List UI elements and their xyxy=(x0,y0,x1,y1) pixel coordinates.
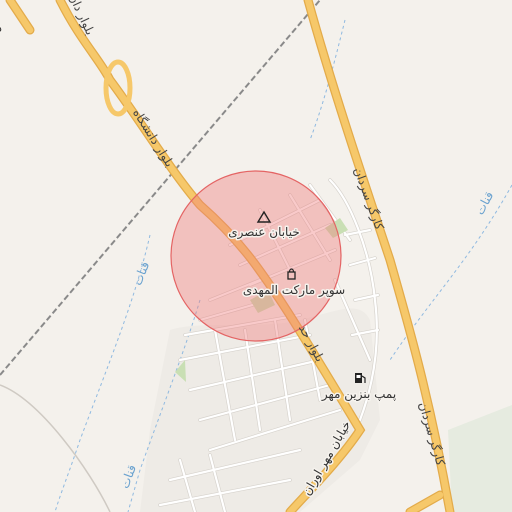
highlight-circle[interactable] xyxy=(170,170,342,342)
label-street-enseri: خیابان عنصری xyxy=(228,225,300,240)
label-fuel-station: پمپ بنزین مهر xyxy=(321,387,396,402)
map-canvas[interactable]: خیابان عنصری سوپر مارکت المهدی پمپ بنزین… xyxy=(0,0,512,512)
label-corner-fragment: دا xyxy=(0,21,2,35)
label-supermarket: سوپر مارکت المهدی xyxy=(243,283,345,298)
